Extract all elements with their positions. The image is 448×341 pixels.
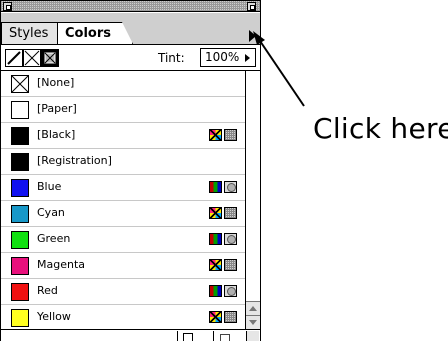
spot-color-icon [209,285,222,297]
color-swatch [11,127,29,145]
tab-colors[interactable]: Colors [57,22,133,44]
color-type-icons [209,259,239,271]
tab-row: Styles Colors [1,13,260,44]
process-color-icon [209,311,222,323]
color-row-black[interactable]: [Black] [1,123,245,149]
cmyk-mode-icon [224,129,237,141]
color-swatch [11,257,29,275]
color-label: Green [37,232,71,245]
palette-menu-button[interactable] [245,27,259,44]
color-type-icons [209,311,239,323]
color-row-yellow[interactable]: Yellow [1,305,245,329]
x-icon [24,50,40,66]
color-swatch [11,205,29,223]
callout-label: Click here [313,112,448,145]
color-label: Yellow [37,310,71,323]
new-color-button[interactable] [177,331,197,341]
color-label: [None] [37,76,75,89]
color-toolbar: Tint: 100% [1,44,260,71]
tint-dropdown[interactable]: 100% [200,48,256,67]
rgb-mode-icon [224,285,237,297]
color-swatch [11,101,29,119]
color-row-none[interactable]: [None] [1,71,245,97]
color-label: Cyan [37,206,65,219]
rgb-mode-icon [224,181,237,193]
color-row-paper[interactable]: [Paper] [1,97,245,123]
trash-icon[interactable] [213,331,233,341]
color-type-icons [209,233,239,245]
color-type-icons [209,285,239,297]
color-type-icons [209,129,239,141]
color-row-magenta[interactable]: Magenta [1,253,245,279]
color-swatch [11,231,29,249]
color-list: [None] [Paper] [Black] [Registration] Bl… [1,71,245,329]
color-row-green[interactable]: Green [1,227,245,253]
triangle-right-icon [248,29,256,42]
none-swatch-icon [11,75,29,93]
palette-titlebar[interactable] [1,1,260,12]
color-row-blue[interactable]: Blue [1,175,245,201]
color-type-icons [209,207,239,219]
stroke-button[interactable] [5,49,23,67]
colors-palette: Styles Colors Tint: 100% [None] [Paper] … [0,0,261,341]
color-swatch [11,153,29,171]
color-swatch [11,179,29,197]
process-color-icon [209,207,222,219]
color-label: [Black] [37,128,76,141]
no-fill-button[interactable] [23,49,41,67]
color-row-red[interactable]: Red [1,279,245,305]
scroll-up-arrow-icon[interactable] [246,301,260,315]
palette-bottom-bar [1,329,260,341]
color-label: [Paper] [37,102,77,115]
color-swatch [11,309,29,327]
vertical-scrollbar[interactable] [245,71,260,329]
pencil-line-icon [7,51,21,65]
color-label: Blue [37,180,62,193]
spot-color-icon [209,181,222,193]
color-label: Magenta [37,258,86,271]
color-row-registration[interactable]: [Registration] [1,149,245,175]
process-color-icon [209,129,222,141]
tint-label: Tint: [158,51,185,65]
rgb-mode-icon [224,233,237,245]
color-row-cyan[interactable]: Cyan [1,201,245,227]
cmyk-mode-icon [224,207,237,219]
color-label: [Registration] [37,154,112,167]
color-type-icons [209,181,239,193]
zoom-box-icon[interactable] [247,2,256,11]
color-swatch [11,283,29,301]
process-color-icon [209,259,222,271]
resize-handle[interactable] [246,331,259,341]
close-box-icon[interactable] [3,2,12,11]
cmyk-mode-icon [224,311,237,323]
spot-color-icon [209,233,222,245]
scroll-down-arrow-icon[interactable] [246,315,260,329]
fill-box-icon [44,52,56,64]
cmyk-mode-icon [224,259,237,271]
fill-button[interactable] [41,49,59,67]
color-label: Red [37,284,58,297]
